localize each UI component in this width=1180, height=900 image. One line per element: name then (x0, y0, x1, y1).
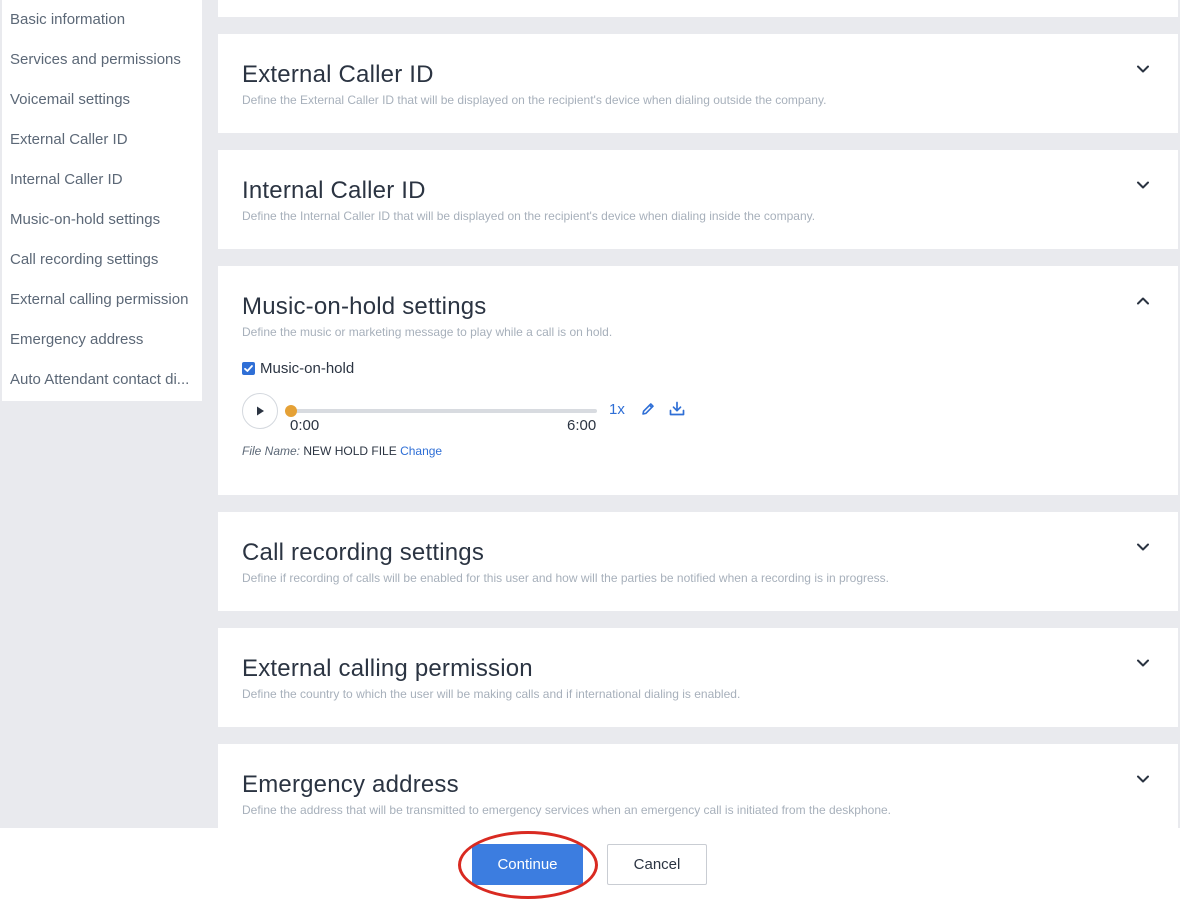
section-title: Music-on-hold settings (242, 293, 487, 320)
download-icon[interactable] (668, 400, 686, 418)
chevron-down-icon[interactable] (1136, 62, 1150, 76)
sidebar-item-voicemail-settings[interactable]: Voicemail settings (2, 80, 202, 120)
chevron-down-icon[interactable] (1136, 656, 1150, 670)
previous-section-card (218, 0, 1178, 17)
checkmark-icon (244, 365, 253, 372)
play-button[interactable] (242, 393, 278, 429)
cancel-button[interactable]: Cancel (607, 844, 707, 885)
section-external-calling-permission: External calling permission Define the c… (218, 628, 1178, 727)
footer-bar: Continue Cancel (0, 828, 1180, 900)
music-on-hold-checkbox[interactable] (242, 362, 255, 375)
chevron-down-icon[interactable] (1136, 178, 1150, 192)
section-description: Define the music or marketing message to… (242, 325, 613, 339)
sidebar-item-call-recording-settings[interactable]: Call recording settings (2, 240, 202, 280)
sidebar-item-internal-caller-id[interactable]: Internal Caller ID (2, 160, 202, 200)
section-description: Define the External Caller ID that will … (242, 93, 827, 107)
playback-speed[interactable]: 1x (609, 401, 625, 418)
chevron-down-icon[interactable] (1136, 540, 1150, 554)
current-time: 0:00 (290, 417, 320, 434)
sidebar-item-basic-information[interactable]: Basic information (2, 0, 202, 40)
chevron-down-icon[interactable] (1136, 772, 1150, 786)
file-name-row: File Name: NEW HOLD FILE Change (242, 444, 442, 458)
chevron-up-icon[interactable] (1136, 294, 1150, 308)
section-call-recording-settings: Call recording settings Define if record… (218, 512, 1178, 611)
section-description: Define the address that will be transmit… (242, 803, 891, 817)
section-music-on-hold-settings: Music-on-hold settings Define the music … (218, 266, 1178, 495)
section-title: External Caller ID (242, 61, 434, 88)
total-time: 6:00 (567, 417, 597, 434)
section-title: Internal Caller ID (242, 177, 426, 204)
section-title: External calling permission (242, 655, 533, 682)
file-name-value: NEW HOLD FILE (303, 444, 397, 458)
change-file-link[interactable]: Change (400, 444, 442, 458)
section-description: Define if recording of calls will be ena… (242, 571, 890, 585)
section-title: Emergency address (242, 771, 459, 798)
progress-track[interactable] (290, 409, 597, 413)
pencil-icon[interactable] (640, 401, 656, 417)
section-external-caller-id: External Caller ID Define the External C… (218, 34, 1178, 133)
section-description: Define the Internal Caller ID that will … (242, 209, 816, 223)
audio-player: 0:00 6:00 1x (242, 393, 702, 434)
sidebar-item-services-and-permissions[interactable]: Services and permissions (2, 40, 202, 80)
section-description: Define the country to which the user wil… (242, 687, 741, 701)
section-internal-caller-id: Internal Caller ID Define the Internal C… (218, 150, 1178, 249)
music-on-hold-label: Music-on-hold (260, 360, 355, 377)
sidebar-nav: Basic information Services and permissio… (2, 0, 202, 401)
sidebar-item-music-on-hold-settings[interactable]: Music-on-hold settings (2, 200, 202, 240)
music-on-hold-toggle: Music-on-hold (242, 360, 354, 377)
section-title: Call recording settings (242, 539, 485, 566)
sidebar-item-external-caller-id[interactable]: External Caller ID (2, 120, 202, 160)
play-icon (257, 406, 264, 416)
sidebar-item-external-calling-permission[interactable]: External calling permission (2, 280, 202, 320)
progress-knob[interactable] (285, 405, 297, 417)
sidebar-item-auto-attendant-contact[interactable]: Auto Attendant contact di... (2, 360, 202, 400)
sidebar-item-emergency-address[interactable]: Emergency address (2, 320, 202, 360)
continue-button[interactable]: Continue (472, 844, 583, 885)
file-name-label: File Name: (242, 444, 301, 458)
